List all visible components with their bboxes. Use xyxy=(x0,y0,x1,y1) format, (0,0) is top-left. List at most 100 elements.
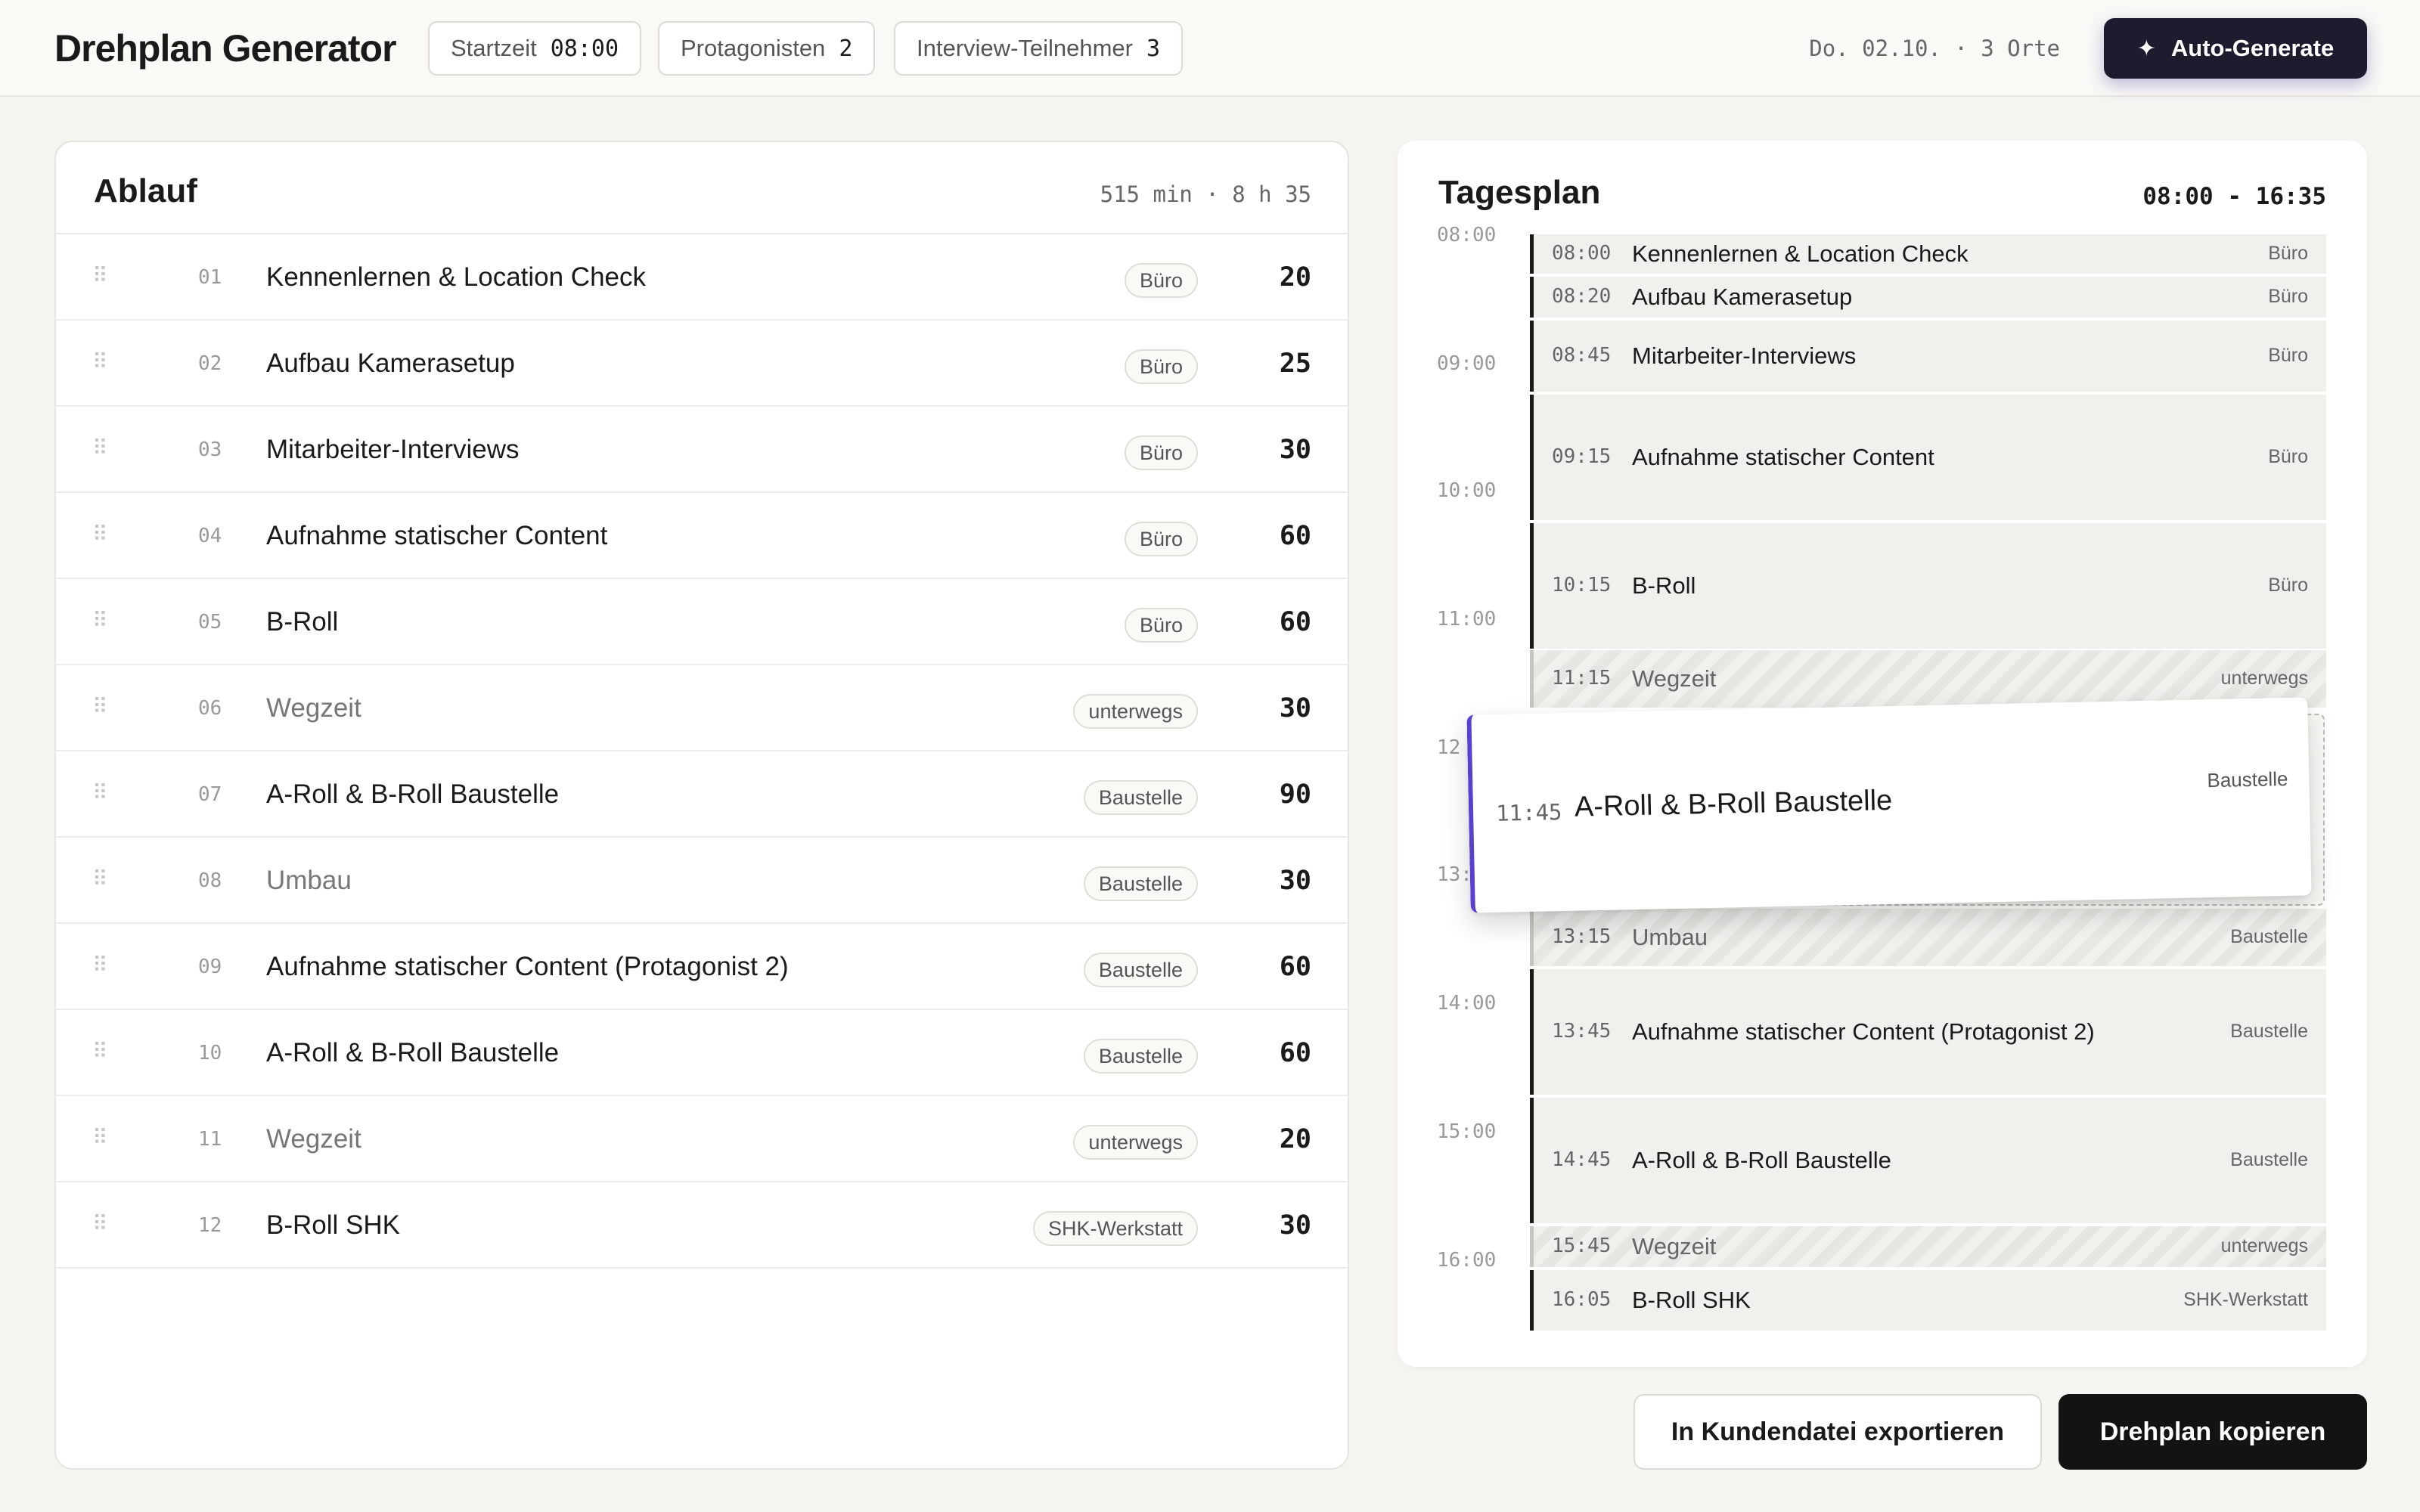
ablauf-row[interactable]: ⠿ 11 Wegzeit unterwegs 20 xyxy=(56,1096,1348,1182)
location-tag: SHK-Werkstatt xyxy=(1032,1211,1198,1246)
row-name: A-Roll & B-Roll Baustelle xyxy=(266,1038,560,1067)
row-name: Kennenlernen & Location Check xyxy=(266,262,647,292)
chip-value: 08:00 xyxy=(550,35,619,62)
hour-label: 16:00 xyxy=(1437,1249,1497,1272)
timeline-block[interactable]: 09:15 Aufnahme statischer Content Büro xyxy=(1530,395,2326,520)
row-duration: 90 xyxy=(1279,779,1311,810)
interview-participants-chip[interactable]: Interview-Teilnehmer 3 xyxy=(894,21,1184,76)
hour-label: 08:00 xyxy=(1437,224,1497,246)
timeline-block[interactable]: 08:00 Kennenlernen & Location Check Büro xyxy=(1530,234,2326,274)
row-number: 08 xyxy=(198,869,222,892)
timeline-block[interactable]: 08:20 Aufbau Kamerasetup Büro xyxy=(1530,277,2326,318)
drag-handle-icon[interactable]: ⠿ xyxy=(92,1213,108,1235)
ablauf-row[interactable]: ⠿ 05 B-Roll Büro 60 xyxy=(56,579,1348,665)
drag-handle-icon[interactable]: ⠿ xyxy=(92,782,108,804)
block-name: Mitarbeiter-Interviews xyxy=(1632,342,1857,369)
drag-handle-icon[interactable]: ⠿ xyxy=(92,609,108,632)
ablauf-row[interactable]: ⠿ 08 Umbau Baustelle 30 xyxy=(56,838,1348,924)
block-location: Büro xyxy=(2268,243,2308,264)
ablauf-summary: 515 min · 8 h 35 xyxy=(1100,181,1311,207)
block-name: A-Roll & B-Roll Baustelle xyxy=(1574,784,1893,823)
timeline-block[interactable]: 08:45 Mitarbeiter-Interviews Büro xyxy=(1530,321,2326,392)
timeline-block[interactable]: 13:45 Aufnahme statischer Content (Protag… xyxy=(1530,969,2326,1095)
block-time: 10:15 xyxy=(1552,574,1612,596)
tagesplan-range: 08:00 - 16:35 xyxy=(2142,183,2326,210)
timeline-block[interactable]: 15:45 Wegzeit unterwegs xyxy=(1530,1226,2326,1267)
drag-handle-icon[interactable]: ⠿ xyxy=(92,696,108,718)
drag-handle-icon[interactable]: ⠿ xyxy=(92,954,108,977)
block-location: Büro xyxy=(2268,575,2308,596)
sparkle-icon: ✦ xyxy=(2136,36,2156,61)
dragged-timeline-block[interactable]: 11:45 A-Roll & B-Roll Baustelle Baustell… xyxy=(1466,697,2312,913)
row-name: B-Roll SHK xyxy=(266,1210,400,1240)
block-time: 08:00 xyxy=(1552,242,1612,265)
ablauf-row[interactable]: ⠿ 10 A-Roll & B-Roll Baustelle Baustelle 60 xyxy=(56,1010,1348,1096)
ablauf-header: Ablauf 515 min · 8 h 35 xyxy=(56,142,1348,234)
drag-handle-icon[interactable]: ⠿ xyxy=(92,265,108,287)
block-name: Wegzeit xyxy=(1632,1233,1717,1259)
block-location: Büro xyxy=(2268,286,2308,307)
timeline-block[interactable]: 10:15 B-Roll Büro xyxy=(1530,523,2326,649)
hour-label: 15:00 xyxy=(1437,1120,1497,1143)
row-number: 05 xyxy=(198,611,222,634)
row-name: A-Roll & B-Roll Baustelle xyxy=(266,779,560,809)
hour-label: 10:00 xyxy=(1437,479,1497,502)
row-name: B-Roll xyxy=(266,607,339,637)
timeline-block[interactable]: 14:45 A-Roll & B-Roll Baustelle Baustelle xyxy=(1530,1098,2326,1223)
row-duration: 60 xyxy=(1279,952,1311,982)
chip-label: Interview-Teilnehmer xyxy=(917,35,1133,61)
row-name: Aufnahme statischer Content xyxy=(266,521,608,550)
row-duration: 60 xyxy=(1279,607,1311,637)
row-number: 10 xyxy=(198,1042,222,1064)
timeline-block[interactable]: 16:05 B-Roll SHK SHK-Werkstatt xyxy=(1530,1270,2326,1331)
ablauf-row[interactable]: ⠿ 01 Kennenlernen & Location Check Büro 20 xyxy=(56,234,1348,321)
location-tag: Baustelle xyxy=(1083,953,1198,987)
block-time: 13:45 xyxy=(1552,1020,1612,1043)
copy-plan-button[interactable]: Drehplan kopieren xyxy=(2059,1394,2367,1470)
drag-handle-icon[interactable]: ⠿ xyxy=(92,351,108,373)
export-button[interactable]: In Kundendatei exportieren xyxy=(1634,1394,2042,1470)
row-number: 02 xyxy=(198,352,222,375)
ablauf-list: ⠿ 01 Kennenlernen & Location Check Büro 20 ⠿ 0… xyxy=(56,234,1348,1269)
row-duration: 30 xyxy=(1279,1210,1311,1241)
drag-handle-icon[interactable]: ⠿ xyxy=(92,868,108,891)
start-time-chip[interactable]: Startzeit 08:00 xyxy=(428,21,642,76)
chip-value: 3 xyxy=(1146,35,1161,62)
chip-label: Protagonisten xyxy=(681,35,826,61)
row-name: Umbau xyxy=(266,866,352,895)
app-title: Drehplan Generator xyxy=(54,27,397,70)
ablauf-row[interactable]: ⠿ 09 Aufnahme statischer Content (Protagon… xyxy=(56,924,1348,1010)
row-duration: 20 xyxy=(1279,1124,1311,1154)
row-name: Mitarbeiter-Interviews xyxy=(266,435,520,464)
block-name: B-Roll SHK xyxy=(1632,1287,1751,1313)
drag-handle-icon[interactable]: ⠿ xyxy=(92,1126,108,1149)
timeline-block[interactable]: 13:15 Umbau Baustelle xyxy=(1530,909,2326,966)
ablauf-row[interactable]: ⠿ 06 Wegzeit unterwegs 30 xyxy=(56,665,1348,751)
auto-generate-button[interactable]: ✦ Auto-Generate xyxy=(2104,18,2367,79)
location-tag: Büro xyxy=(1124,349,1198,384)
chip-label: Startzeit xyxy=(451,35,537,61)
drag-handle-icon[interactable]: ⠿ xyxy=(92,437,108,460)
ablauf-row[interactable]: ⠿ 12 B-Roll SHK SHK-Werkstatt 30 xyxy=(56,1182,1348,1269)
block-location: Baustelle xyxy=(2230,1021,2308,1042)
drag-handle-icon[interactable]: ⠿ xyxy=(92,1040,108,1063)
drag-handle-icon[interactable]: ⠿ xyxy=(92,523,108,546)
location-tag: Baustelle xyxy=(1083,866,1198,901)
row-number: 11 xyxy=(198,1128,222,1151)
row-duration: 30 xyxy=(1279,866,1311,896)
block-location: unterwegs xyxy=(2220,1235,2308,1256)
ablauf-row[interactable]: ⠿ 02 Aufbau Kamerasetup Büro 25 xyxy=(56,321,1348,407)
ablauf-row[interactable]: ⠿ 04 Aufnahme statischer Content Büro 60 xyxy=(56,493,1348,579)
chip-value: 2 xyxy=(839,35,853,62)
auto-generate-label: Auto-Generate xyxy=(2170,35,2335,61)
row-number: 09 xyxy=(198,956,222,978)
block-location: unterwegs xyxy=(2220,668,2308,689)
hour-label: 13: xyxy=(1437,863,1472,886)
row-name: Wegzeit xyxy=(266,1124,361,1154)
block-time: 09:15 xyxy=(1552,445,1612,468)
location-tag: Büro xyxy=(1124,608,1198,643)
ablauf-row[interactable]: ⠿ 03 Mitarbeiter-Interviews Büro 30 xyxy=(56,407,1348,493)
row-number: 07 xyxy=(198,783,222,806)
ablauf-row[interactable]: ⠿ 07 A-Roll & B-Roll Baustelle Baustelle 90 xyxy=(56,751,1348,838)
protagonists-chip[interactable]: Protagonisten 2 xyxy=(658,21,876,76)
